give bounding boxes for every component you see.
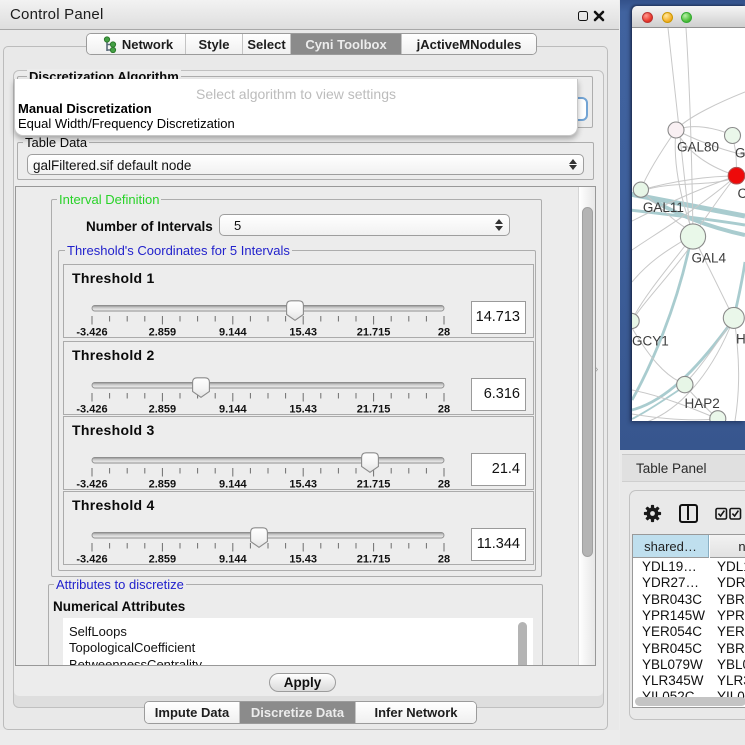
svg-text:9.144: 9.144 <box>219 479 247 491</box>
svg-text:21.715: 21.715 <box>357 479 391 491</box>
svg-text:-3.426: -3.426 <box>76 327 107 339</box>
svg-text:H: H <box>736 332 745 347</box>
svg-text:21.715: 21.715 <box>357 554 391 566</box>
svg-text:-3.426: -3.426 <box>76 404 107 416</box>
svg-text:9.144: 9.144 <box>219 404 247 416</box>
svg-text:2.859: 2.859 <box>149 404 177 416</box>
svg-text:28: 28 <box>438 404 450 416</box>
svg-text:HAP2: HAP2 <box>685 396 720 411</box>
svg-text:28: 28 <box>438 479 450 491</box>
svg-text:15.43: 15.43 <box>289 479 317 491</box>
svg-text:28: 28 <box>438 327 450 339</box>
svg-text:GA: GA <box>735 146 745 161</box>
svg-text:21.715: 21.715 <box>357 327 391 339</box>
svg-text:9.144: 9.144 <box>219 327 247 339</box>
svg-text:2.859: 2.859 <box>149 479 177 491</box>
svg-text:15.43: 15.43 <box>289 327 317 339</box>
svg-text:-3.426: -3.426 <box>76 554 107 566</box>
svg-text:21.715: 21.715 <box>357 404 391 416</box>
svg-text:GAL11: GAL11 <box>643 200 684 215</box>
svg-text:C: C <box>738 186 745 201</box>
svg-text:28: 28 <box>438 554 450 566</box>
svg-text:GCY1: GCY1 <box>632 334 669 349</box>
svg-text:2.859: 2.859 <box>149 327 177 339</box>
svg-text:GAL4: GAL4 <box>692 251 727 266</box>
svg-text:-3.426: -3.426 <box>76 479 107 491</box>
svg-text:9.144: 9.144 <box>219 554 247 566</box>
svg-text:2.859: 2.859 <box>149 554 177 566</box>
svg-text:15.43: 15.43 <box>289 404 317 416</box>
svg-text:GAL80: GAL80 <box>677 140 719 155</box>
svg-text:15.43: 15.43 <box>289 554 317 566</box>
